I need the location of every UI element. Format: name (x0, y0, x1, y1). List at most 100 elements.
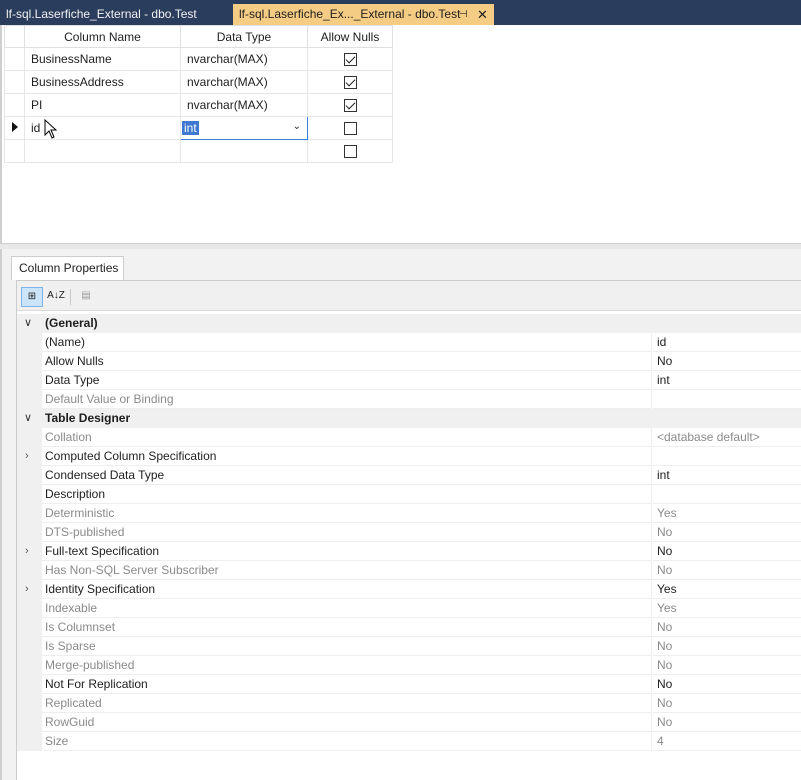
allow-nulls-checkbox[interactable] (343, 76, 357, 90)
allow-nulls-cell[interactable] (307, 70, 393, 94)
data-type-selected-text[interactable]: int (182, 121, 199, 135)
allow-nulls-checkbox[interactable] (343, 99, 357, 113)
header-data-type[interactable]: Data Type (180, 25, 308, 48)
allow-nulls-checkbox[interactable] (343, 145, 357, 159)
header-column-name[interactable]: Column Name (24, 25, 181, 48)
chevron-down-icon[interactable]: ∨ (24, 314, 32, 333)
table-row-current[interactable]: id int ⌄ (4, 116, 393, 140)
tab-document-active[interactable]: lf-sql.Laserfiche_Ex..._External - dbo.T… (233, 4, 494, 25)
row-selector[interactable] (4, 47, 25, 71)
property-value[interactable]: No (653, 713, 801, 732)
gutter (17, 371, 42, 390)
property-value[interactable]: No (653, 694, 801, 713)
allow-nulls-cell[interactable] (307, 47, 393, 71)
property-value[interactable]: <database default> (653, 428, 801, 447)
property-value[interactable]: Yes (653, 599, 801, 618)
property-value[interactable]: No (653, 618, 801, 637)
chevron-right-icon[interactable]: › (25, 447, 29, 466)
allow-nulls-cell[interactable] (307, 93, 393, 117)
allow-nulls-cell[interactable] (307, 139, 393, 163)
property-value[interactable]: id (653, 333, 801, 352)
data-type-cell[interactable]: nvarchar(MAX) (180, 70, 308, 94)
table-designer-grid-pane: Column Name Data Type Allow Nulls Busine… (0, 25, 801, 243)
tab-column-properties[interactable]: Column Properties (11, 256, 124, 280)
property-row[interactable]: Not For Replication No (17, 675, 801, 694)
category-table-designer[interactable]: ∨ Table Designer (17, 409, 801, 428)
row-selector-current[interactable] (4, 116, 25, 140)
property-row[interactable]: Indexable Yes (17, 599, 801, 618)
property-row[interactable]: Deterministic Yes (17, 504, 801, 523)
property-row[interactable]: Is Columnset No (17, 618, 801, 637)
property-name: Deterministic (42, 504, 652, 523)
property-name: Collation (42, 428, 652, 447)
sort-alphabetical-icon[interactable]: A↓Z (45, 287, 67, 307)
property-value[interactable]: No (653, 523, 801, 542)
column-name-cell[interactable] (24, 139, 181, 163)
property-value[interactable]: int (653, 371, 801, 390)
column-name-cell[interactable]: BusinessName (24, 47, 181, 71)
property-row[interactable]: Replicated No (17, 694, 801, 713)
column-name-cell[interactable]: PI (24, 93, 181, 117)
chevron-right-icon[interactable]: › (25, 580, 29, 599)
allow-nulls-cell[interactable] (307, 116, 393, 140)
table-row[interactable]: PI nvarchar(MAX) (4, 93, 393, 117)
close-icon[interactable]: ✕ (477, 4, 488, 25)
property-value[interactable]: No (653, 675, 801, 694)
property-value[interactable]: No (653, 542, 801, 561)
gutter: › (17, 542, 42, 561)
property-row[interactable]: › Full-text Specification No (17, 542, 801, 561)
category-general[interactable]: ∨ (General) (17, 314, 801, 333)
table-row[interactable]: BusinessAddress nvarchar(MAX) (4, 70, 393, 94)
categorized-icon[interactable]: ⊞ (21, 287, 43, 307)
property-pages-icon[interactable]: ▤ (75, 287, 97, 307)
property-row[interactable]: Is Sparse No (17, 637, 801, 656)
allow-nulls-checkbox[interactable] (343, 53, 357, 67)
chevron-down-icon[interactable]: ∨ (24, 409, 32, 428)
property-value[interactable]: No (653, 656, 801, 675)
property-value[interactable] (653, 485, 801, 504)
gutter (17, 732, 42, 751)
property-value[interactable]: No (653, 637, 801, 656)
table-row[interactable]: BusinessName nvarchar(MAX) (4, 47, 393, 71)
header-allow-nulls[interactable]: Allow Nulls (307, 25, 393, 48)
chevron-right-icon[interactable]: › (25, 542, 29, 561)
property-row[interactable]: RowGuid No (17, 713, 801, 732)
property-value[interactable]: Yes (653, 504, 801, 523)
property-value[interactable] (653, 390, 801, 409)
row-selector[interactable] (4, 93, 25, 117)
property-value[interactable]: int (653, 466, 801, 485)
pin-icon[interactable]: ⊣ (459, 4, 468, 25)
data-type-cell[interactable]: nvarchar(MAX) (180, 47, 308, 71)
property-row[interactable]: Collation <database default> (17, 428, 801, 447)
property-row[interactable]: Condensed Data Type int (17, 466, 801, 485)
property-row[interactable]: Description (17, 485, 801, 504)
tab-document-inactive[interactable]: lf-sql.Laserfiche_External - dbo.Test (0, 4, 233, 25)
property-name: Replicated (42, 694, 652, 713)
column-name-cell[interactable]: BusinessAddress (24, 70, 181, 94)
property-value[interactable]: No (653, 561, 801, 580)
property-row[interactable]: › Computed Column Specification (17, 447, 801, 466)
property-value[interactable]: No (653, 352, 801, 371)
property-row[interactable]: Merge-published No (17, 656, 801, 675)
chevron-down-icon[interactable]: ⌄ (293, 121, 301, 132)
property-row[interactable]: Allow Nulls No (17, 352, 801, 371)
data-type-cell[interactable] (180, 139, 308, 163)
property-value[interactable]: 4 (653, 732, 801, 751)
property-row[interactable]: Data Type int (17, 371, 801, 390)
property-row[interactable]: DTS-published No (17, 523, 801, 542)
property-value[interactable]: Yes (653, 580, 801, 599)
property-row[interactable]: Default Value or Binding (17, 390, 801, 409)
allow-nulls-checkbox[interactable] (343, 122, 357, 136)
property-value[interactable] (653, 447, 801, 466)
table-row-new[interactable] (4, 139, 393, 163)
row-selector[interactable] (4, 70, 25, 94)
property-name: Default Value or Binding (42, 390, 652, 409)
property-row[interactable]: Size 4 (17, 732, 801, 751)
row-selector[interactable] (4, 139, 25, 163)
property-row[interactable]: › Identity Specification Yes (17, 580, 801, 599)
data-type-dropdown[interactable]: int ⌄ (180, 116, 308, 140)
property-row[interactable]: (Name) id (17, 333, 801, 352)
gutter (17, 618, 42, 637)
data-type-cell[interactable]: nvarchar(MAX) (180, 93, 308, 117)
property-row[interactable]: Has Non-SQL Server Subscriber No (17, 561, 801, 580)
